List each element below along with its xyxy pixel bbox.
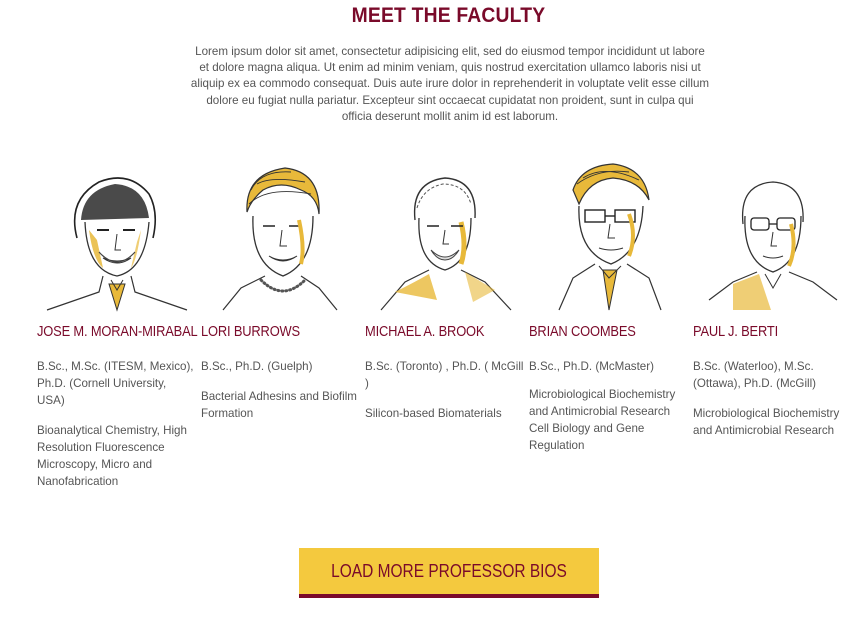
faculty-degrees: B.Sc., M.Sc. (ITESM, Mexico), Ph.D. (Cor…: [37, 360, 194, 407]
faculty-research: Microbiological Biochemistry and Antimic…: [529, 388, 676, 452]
portrait-moran-mirabal[interactable]: [37, 160, 195, 320]
portrait-berti[interactable]: [693, 160, 851, 320]
faculty-degrees: B.Sc., Ph.D. (McMaster): [529, 360, 654, 373]
portrait-burrows[interactable]: [201, 160, 359, 320]
portrait-coombes[interactable]: [529, 160, 687, 320]
faculty-name[interactable]: MICHAEL A. BROOK: [365, 323, 485, 340]
faculty-degrees: B.Sc. (Toronto) , Ph.D. ( McGill ): [365, 360, 524, 390]
faculty-name[interactable]: PAUL J. BERTI: [693, 323, 778, 340]
load-more-button[interactable]: LOAD MORE PROFESSOR BIOS: [299, 548, 599, 598]
faculty-grid: JOSE M. MORAN-MIRABAL B.Sc., M.Sc. (ITES…: [0, 160, 863, 500]
faculty-name[interactable]: BRIAN COOMBES: [529, 323, 636, 340]
faculty-name[interactable]: LORI BURROWS: [201, 323, 300, 340]
faculty-research: Microbiological Biochemistry and Antimic…: [693, 407, 840, 437]
intro-text: Lorem ipsum dolor sit amet, consectetur …: [190, 45, 710, 123]
faculty-research: Bioanalytical Chemistry, High Resolution…: [37, 424, 187, 488]
faculty-degrees: B.Sc. (Waterloo), M.Sc. (Ottawa), Ph.D. …: [693, 360, 817, 390]
faculty-name[interactable]: JOSE M. MORAN-MIRABAL: [37, 323, 198, 340]
faculty-research: Silicon-based Biomaterials: [365, 407, 502, 420]
section-title: MEET THE FACULTY: [351, 4, 546, 27]
faculty-research: Bacterial Adhesins and Biofilm Formation: [201, 390, 357, 420]
load-more-label: LOAD MORE PROFESSOR BIOS: [331, 560, 567, 581]
portrait-brook[interactable]: [365, 160, 523, 320]
faculty-degrees: B.Sc., Ph.D. (Guelph): [201, 360, 313, 373]
